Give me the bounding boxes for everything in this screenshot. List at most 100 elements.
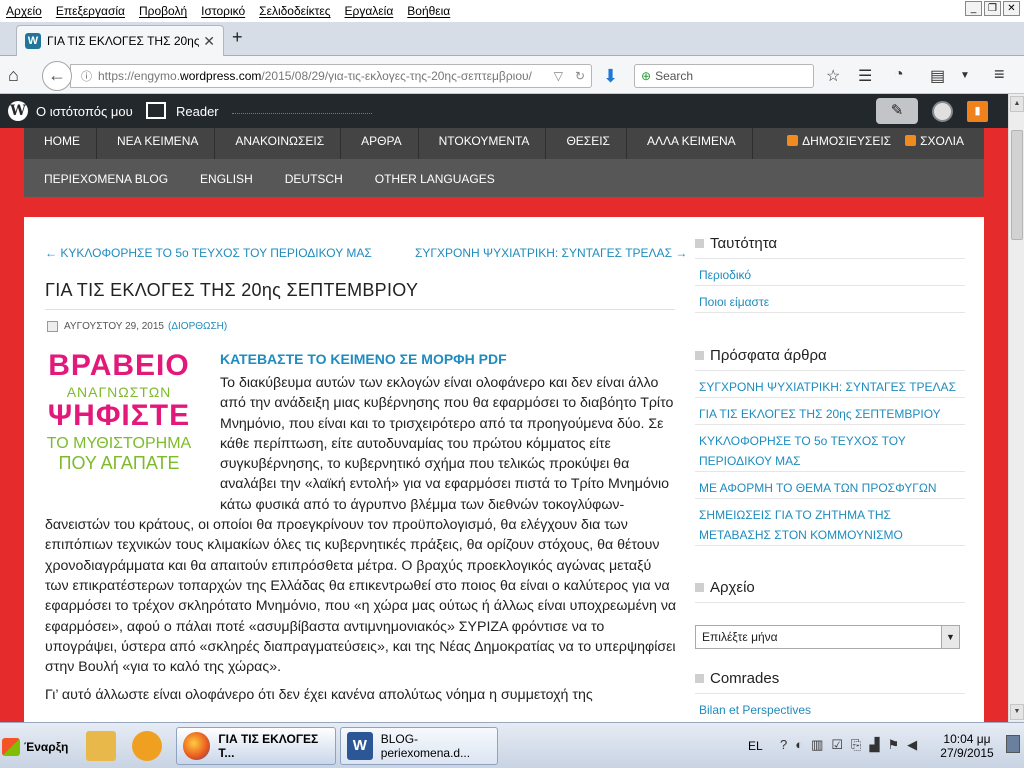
menu-bookmarks[interactable]: Σελιδοδείκτες: [259, 4, 330, 18]
feed-links: ΔΗΜΟΣΙΕΥΣΕΙΣ ΣΧΟΛΙΑ: [787, 128, 984, 159]
nav-item-announcements[interactable]: ΑΝΑΚΟΙΝΩΣΕΙΣ: [215, 128, 342, 159]
chevron-down-icon[interactable]: ▼: [960, 70, 970, 81]
divider: [695, 471, 965, 472]
comments-feed-link[interactable]: ΣΧΟΛΙΑ: [905, 128, 964, 159]
close-tab-icon[interactable]: ✕: [203, 33, 215, 50]
menu-tools[interactable]: Εργαλεία: [345, 4, 394, 18]
tab-strip: W ΓΙΑ ΤΙΣ ΕΚΛΟΓΕΣ ΤΗΣ 20ης Σ... ✕ +: [0, 22, 1024, 56]
download-pdf-link[interactable]: ΚΑΤΕΒΑΣΤΕ ΤΟ ΚΕΙΜΕΝΟ ΣΕ ΜΟΡΦΗ PDF: [220, 351, 507, 367]
nav-item-documents[interactable]: ΝΤΟΚΟΥΜΕΝΤΑ: [419, 128, 547, 159]
divider: [695, 397, 965, 398]
divider: [695, 602, 965, 603]
language-indicator[interactable]: EL: [748, 739, 763, 753]
divider: [695, 285, 965, 286]
search-field[interactable]: ⊕ Search: [634, 64, 814, 88]
url-text: https://engymo.wordpress.com/2015/08/29/…: [98, 69, 532, 83]
divider: [695, 258, 965, 259]
menu-help[interactable]: Βοήθεια: [407, 4, 450, 18]
nav-item-home[interactable]: HOME: [24, 128, 97, 159]
url-bar[interactable]: ⓘ https://engymo.wordpress.com/2015/08/2…: [70, 64, 592, 88]
next-post-link[interactable]: ΣΥΓΧΡΟΝΗ ΨΥΧΙΑΤΡΙΚΗ: ΣΥΝΤΑΓΕΣ ΤΡΕΛΑΣ →: [415, 246, 687, 260]
rss-icon: [787, 135, 799, 146]
post-meta: ΑΥΓΟΥΣΤΟΥ 29, 2015 (ΔΙΟΡΘΩΣΗ): [47, 321, 227, 332]
edit-link[interactable]: (ΔΙΟΡΘΩΣΗ): [168, 321, 227, 332]
divider: [695, 498, 965, 499]
show-desktop-button[interactable]: [1006, 735, 1020, 753]
nav-item-other-texts[interactable]: ΑΛΛΑ ΚΕΙΜΕΝΑ: [627, 128, 753, 159]
my-site-link[interactable]: Ο ιστότοπός μου: [36, 104, 133, 119]
sidebar-link-magazine[interactable]: Περιοδικό: [699, 265, 965, 285]
recent-post-link[interactable]: ΜΕ ΑΦΟΡΜΗ ΤΟ ΘΕΜΑ ΤΩΝ ΠΡΟΣΦΥΓΩΝ: [699, 478, 965, 498]
archive-month-select[interactable]: Επιλέξτε μήνα ▼: [695, 625, 960, 649]
recent-post-link[interactable]: ΣΥΓΧΡΟΝΗ ΨΥΧΙΑΤΡΙΚΗ: ΣΥΝΤΑΓΕΣ ΤΡΕΛΑΣ: [699, 377, 965, 397]
menu-edit[interactable]: Επεξεργασία: [56, 4, 125, 18]
divider: [695, 312, 965, 313]
comrades-link[interactable]: Bilan et Perspectives: [699, 700, 965, 720]
reader-link[interactable]: Reader: [176, 104, 219, 119]
bullet-square-icon: [695, 583, 704, 592]
network-icon[interactable]: ▟: [869, 737, 879, 753]
divider: [695, 693, 965, 694]
scroll-up-arrow-icon[interactable]: ▲: [1010, 96, 1024, 112]
usb-icon[interactable]: ⎘: [851, 737, 861, 753]
dropdown-arrow-icon[interactable]: ▽: [554, 69, 563, 83]
nav-item-deutsch[interactable]: DEUTSCH: [269, 159, 359, 197]
widget-title-archive: Αρχείο: [695, 579, 755, 596]
primary-nav: HOME ΝΕΑ ΚΕΙΜΕΝΑ ΑΝΑΚΟΙΝΩΣΕΙΣ ΑΡΘΡΑ ΝΤΟΚ…: [24, 128, 984, 159]
wordpress-logo-icon[interactable]: W: [8, 101, 28, 121]
posts-feed-link[interactable]: ΔΗΜΟΣΙΕΥΣΕΙΣ: [787, 128, 891, 159]
taskbar-firefox[interactable]: ΓΙΑ ΤΙΣ ΕΚΛΟΓΕΣ Τ...: [176, 727, 336, 765]
menu-hamburger-icon[interactable]: ≡: [994, 64, 1005, 85]
shield-icon[interactable]: ▥: [811, 737, 823, 753]
post-paragraph: Γι’ αυτό άλλωστε είναι ολοφάνερο ότι δεν…: [45, 687, 593, 704]
nav-item-other-languages[interactable]: OTHER LANGUAGES: [359, 159, 511, 197]
new-tab-button[interactable]: +: [232, 27, 243, 48]
browser-tab[interactable]: W ΓΙΑ ΤΙΣ ΕΚΛΟΓΕΣ ΤΗΣ 20ης Σ... ✕: [16, 25, 224, 56]
panda-icon[interactable]: ◐: [795, 737, 803, 753]
recent-post-link[interactable]: ΓΙΑ ΤΙΣ ΕΚΛΟΓΕΣ ΤΗΣ 20ης ΣΕΠΤΕΜΒΡΙΟΥ: [699, 404, 965, 424]
minimize-button[interactable]: _: [965, 1, 982, 16]
reload-icon[interactable]: ↻: [575, 69, 585, 83]
widget-title-comrades: Comrades: [695, 670, 779, 687]
extension-icon[interactable]: ◔: [894, 66, 904, 84]
vertical-scrollbar[interactable]: ▲ ▼: [1008, 94, 1024, 722]
nav-item-blog-contents[interactable]: ΠΕΡΙΕΧΟΜΕΝΑ BLOG: [28, 159, 184, 197]
sidebar-link-who-we-are[interactable]: Ποιοι είμαστε: [699, 292, 965, 312]
close-window-button[interactable]: ✕: [1003, 1, 1020, 16]
nav-item-english[interactable]: ENGLISH: [184, 159, 269, 197]
scroll-thumb[interactable]: [1011, 130, 1023, 240]
menu-history[interactable]: Ιστορικό: [201, 4, 245, 18]
start-button[interactable]: Έναρξη: [2, 733, 70, 761]
notifications-icon[interactable]: ▮: [967, 101, 988, 122]
nav-item-articles[interactable]: ΑΡΘΡΑ: [341, 128, 419, 159]
taskbar-word[interactable]: W BLOG-periexomena.d...: [340, 727, 498, 765]
clipboard-icon[interactable]: ▤: [930, 66, 945, 86]
help-icon[interactable]: ?: [780, 737, 787, 753]
bookmark-star-icon[interactable]: ☆: [826, 66, 840, 86]
previous-post-link[interactable]: ← ΚΥΚΛΟΦΟΡΗΣΕ ΤΟ 5ο ΤΕΥΧΟΣ ΤΟΥ ΠΕΡΙΟΔΙΚΟ…: [45, 246, 372, 260]
check-icon[interactable]: ☑: [831, 737, 843, 753]
download-icon[interactable]: ⬇: [603, 66, 618, 87]
write-post-button[interactable]: ✎: [876, 98, 918, 124]
menu-file[interactable]: Αρχείο: [6, 4, 42, 18]
explorer-icon[interactable]: [86, 731, 116, 761]
volume-icon[interactable]: ◀: [907, 737, 917, 753]
nav-item-new-texts[interactable]: ΝΕΑ ΚΕΙΜΕΝΑ: [97, 128, 216, 159]
reader-icon[interactable]: [146, 102, 166, 119]
bookmarks-list-icon[interactable]: ☰: [858, 66, 872, 86]
clock[interactable]: 10:04 μμ 27/9/2015: [932, 732, 1002, 760]
recent-post-link[interactable]: ΚΥΚΛΟΦΟΡΗΣΕ ΤΟ 5ο ΤΕΥΧΟΣ ΤΟΥ ΠΕΡΙΟΔΙΚΟΥ …: [699, 431, 919, 471]
scroll-down-arrow-icon[interactable]: ▼: [1010, 704, 1024, 720]
flag-icon[interactable]: ⚑: [887, 737, 899, 753]
recent-post-link[interactable]: ΣΗΜΕΙΩΣΕΙΣ ΓΙΑ ΤΟ ΖΗΤΗΜΑ ΤΗΣ ΜΕΤΑΒΑΣΗΣ Σ…: [699, 505, 963, 545]
chevron-down-icon: ▼: [941, 626, 959, 648]
nav-item-positions[interactable]: ΘΕΣΕΙΣ: [546, 128, 627, 159]
menu-view[interactable]: Προβολή: [139, 4, 187, 18]
post-body: Το διακύβευμα αυτών των εκλογών είναι ολ…: [45, 373, 677, 714]
restore-button[interactable]: ❐: [984, 1, 1001, 16]
avatar[interactable]: [932, 101, 953, 122]
window-controls: _ ❐ ✕: [965, 1, 1020, 16]
media-player-icon[interactable]: [132, 731, 162, 761]
home-icon[interactable]: ⌂: [8, 65, 28, 85]
back-button[interactable]: ←: [42, 61, 72, 91]
